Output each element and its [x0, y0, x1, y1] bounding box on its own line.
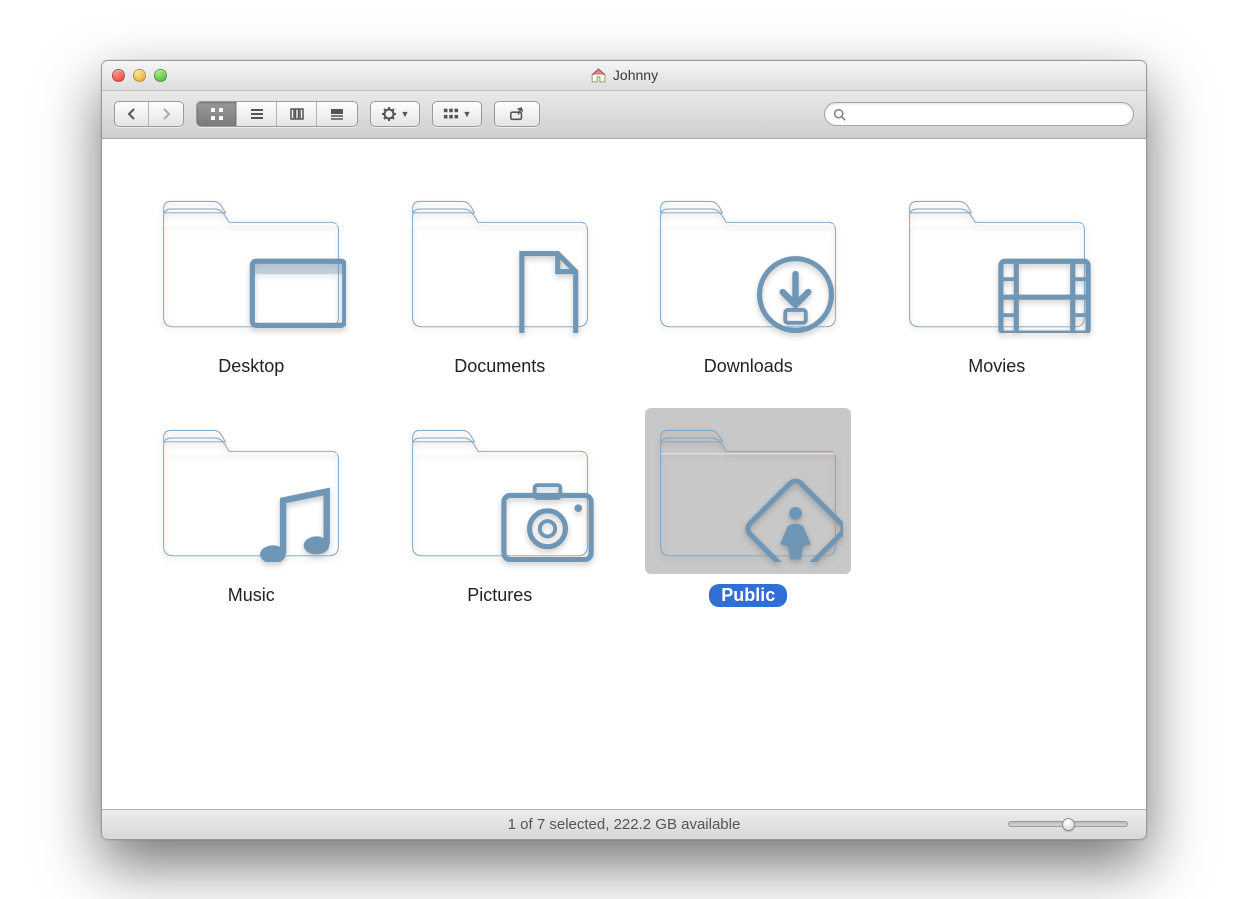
window-controls [112, 69, 167, 82]
folder-item-movies[interactable]: Movies [887, 179, 1107, 378]
folder-label: Pictures [455, 584, 544, 607]
folder-label: Music [216, 584, 287, 607]
minimize-button[interactable] [133, 69, 146, 82]
window-title-text: Johnny [613, 67, 658, 83]
arrange-menu[interactable]: ▼ [432, 101, 482, 127]
toolbar: ▼ ▼ [102, 91, 1146, 139]
coverflow-view-button[interactable] [317, 102, 357, 126]
icon-view-button[interactable] [197, 102, 237, 126]
slider-thumb[interactable] [1062, 818, 1075, 831]
folder-label: Movies [956, 355, 1037, 378]
home-icon [590, 67, 607, 84]
folder-icon [894, 179, 1100, 345]
folder-icon [645, 179, 851, 345]
chevron-down-icon: ▼ [401, 109, 410, 119]
folder-item-pictures[interactable]: Pictures [390, 408, 610, 607]
status-bar: 1 of 7 selected, 222.2 GB available [102, 809, 1146, 839]
status-text: 1 of 7 selected, 222.2 GB available [508, 816, 741, 833]
folder-icon [397, 179, 603, 345]
nav-buttons [114, 101, 184, 127]
folder-label: Public [709, 584, 787, 607]
folder-label: Desktop [206, 355, 296, 378]
view-switcher [196, 101, 358, 127]
folder-item-desktop[interactable]: Desktop [141, 179, 361, 378]
icon-grid[interactable]: Desktop Documents Downloads Movies Music Pict… [102, 139, 1146, 809]
zoom-button[interactable] [154, 69, 167, 82]
search-input[interactable] [852, 107, 1125, 121]
folder-item-documents[interactable]: Documents [390, 179, 610, 378]
folder-label: Downloads [692, 355, 805, 378]
list-view-button[interactable] [237, 102, 277, 126]
finder-window: Johnny [101, 60, 1147, 840]
search-field[interactable] [824, 102, 1134, 126]
action-menu[interactable]: ▼ [370, 101, 420, 127]
chevron-down-icon: ▼ [463, 109, 472, 119]
share-button[interactable] [494, 101, 540, 127]
folder-icon [148, 179, 354, 345]
folder-icon [645, 408, 851, 574]
back-button[interactable] [115, 102, 149, 126]
column-view-button[interactable] [277, 102, 317, 126]
titlebar[interactable]: Johnny [102, 61, 1146, 91]
folder-icon [148, 408, 354, 574]
forward-button[interactable] [149, 102, 183, 126]
search-icon [833, 108, 846, 121]
folder-label: Documents [442, 355, 557, 378]
folder-icon [397, 408, 603, 574]
window-title: Johnny [102, 67, 1146, 84]
folder-item-public[interactable]: Public [638, 408, 858, 607]
close-button[interactable] [112, 69, 125, 82]
folder-item-downloads[interactable]: Downloads [638, 179, 858, 378]
folder-item-music[interactable]: Music [141, 408, 361, 607]
icon-size-slider[interactable] [1008, 821, 1128, 827]
